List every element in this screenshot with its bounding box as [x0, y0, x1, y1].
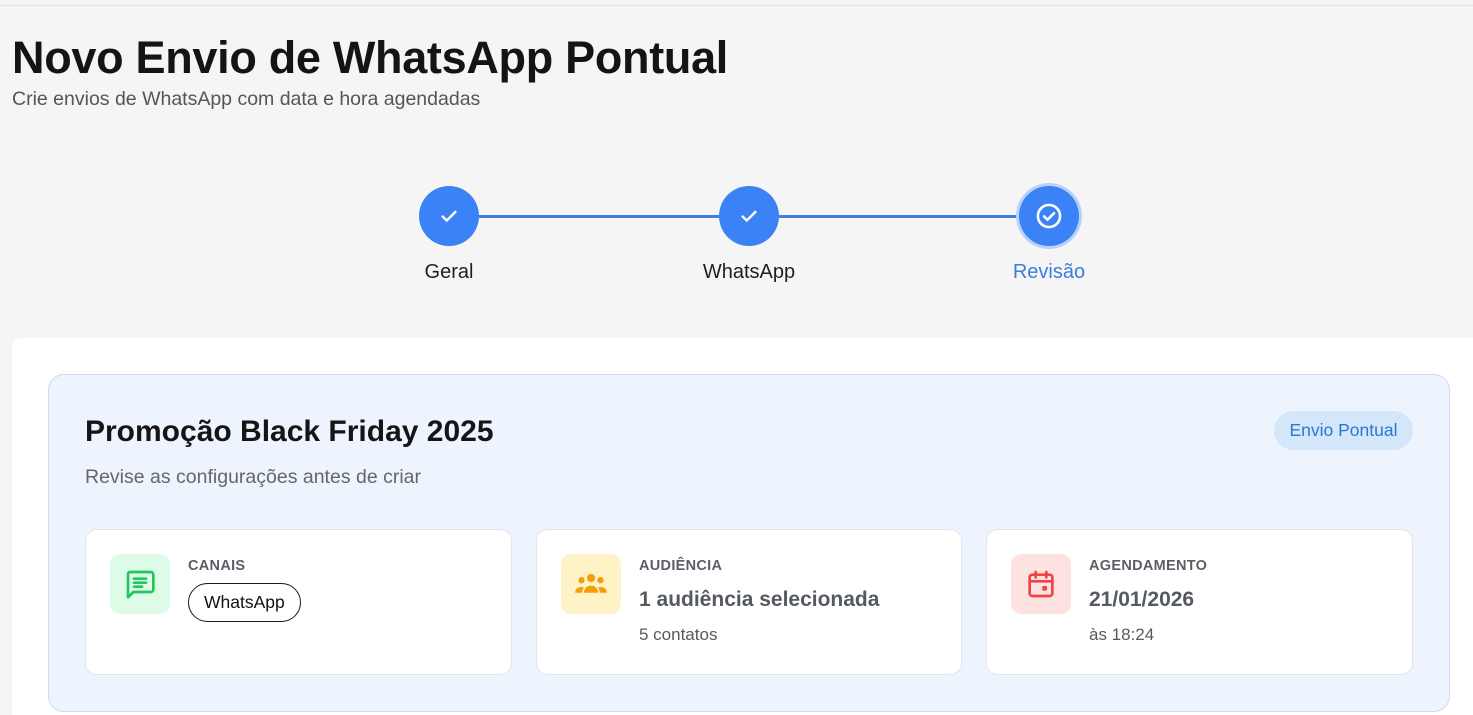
channels-icon-box: [110, 554, 170, 614]
group-icon: [575, 573, 607, 593]
step-label-geral: Geral: [424, 261, 474, 283]
audience-icon-box: [561, 554, 621, 614]
stepper-connector: [479, 215, 719, 218]
schedule-date: 21/01/2026: [1089, 588, 1195, 611]
step-label-revisao: Revisão: [1012, 261, 1086, 283]
audience-contacts: 5 contatos: [639, 625, 718, 644]
schedule-time: às 18:24: [1089, 625, 1155, 644]
schedule-label: AGENDAMENTO: [1089, 558, 1208, 574]
review-subtitle: Revise as configurações antes de criar: [85, 466, 422, 488]
campaign-title: Promoção Black Friday 2025: [85, 415, 494, 448]
schedule-icon-box: [1011, 554, 1071, 614]
step-geral-circle[interactable]: [419, 186, 479, 246]
channel-chip-whatsapp: WhatsApp: [188, 583, 301, 622]
check-icon: [741, 210, 757, 222]
stepper-connector: [779, 215, 1019, 218]
channels-label: CANAIS: [188, 558, 246, 574]
check-circle-icon: [1036, 203, 1062, 229]
calendar-icon: [1028, 570, 1054, 598]
audience-value: 1 audiência selecionada: [639, 588, 880, 611]
stepper: Geral WhatsApp Revisão: [0, 0, 1473, 300]
step-whatsapp-circle[interactable]: [719, 186, 779, 246]
channels-card: CANAIS WhatsApp: [85, 529, 512, 675]
audience-card: AUDIÊNCIA 1 audiência selecionada 5 cont…: [536, 529, 962, 675]
send-type-badge: Envio Pontual: [1274, 411, 1413, 450]
schedule-card: AGENDAMENTO 21/01/2026 às 18:24: [986, 529, 1413, 675]
check-icon: [441, 210, 457, 222]
message-icon: [126, 570, 155, 599]
step-revisao-circle[interactable]: [1019, 186, 1079, 246]
audience-label: AUDIÊNCIA: [639, 558, 723, 574]
step-label-whatsapp: WhatsApp: [702, 261, 796, 283]
